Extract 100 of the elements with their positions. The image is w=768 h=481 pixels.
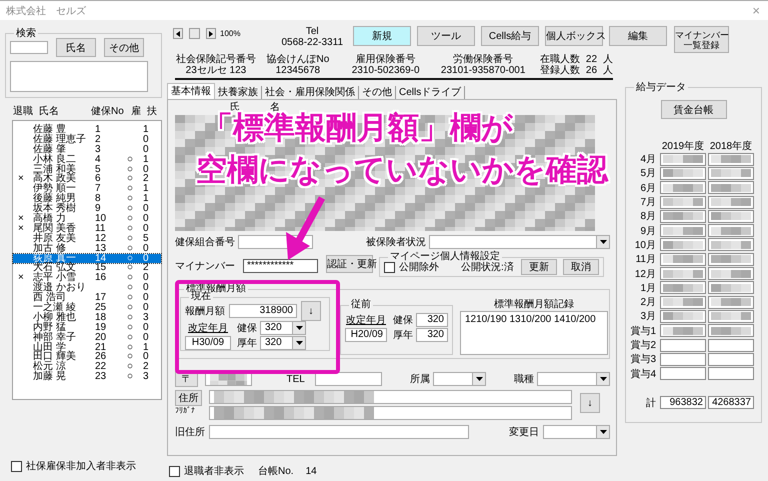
input-field[interactable] — [660, 166, 706, 180]
input-field[interactable] — [660, 181, 706, 194]
count-value: 22 — [586, 54, 598, 65]
scroll-right-button[interactable] — [206, 28, 216, 39]
input-field[interactable]: H20/09 — [345, 328, 387, 342]
search-button[interactable]: 氏名 — [56, 38, 96, 57]
input-field[interactable] — [209, 425, 469, 439]
input-field[interactable] — [708, 281, 754, 294]
input-field[interactable] — [660, 152, 706, 166]
row-label: 計 — [645, 396, 657, 410]
dropdown[interactable] — [433, 372, 486, 386]
field-label: ﾌﾘｶﾞﾅ — [175, 406, 196, 415]
input-field[interactable] — [314, 372, 382, 386]
input-field[interactable]: 320 — [416, 313, 448, 327]
input-field[interactable] — [708, 224, 754, 238]
checkbox[interactable] — [384, 262, 395, 272]
input-field[interactable]: 4268337 — [708, 396, 754, 410]
list-row[interactable]: 加藤 晃 23 ○ 3 — [13, 372, 161, 382]
down-button[interactable]: ↓ — [301, 301, 321, 321]
input-field[interactable] — [708, 196, 754, 209]
input-field[interactable] — [660, 238, 706, 252]
input-field[interactable] — [708, 324, 754, 338]
input-field[interactable] — [708, 181, 754, 194]
field-label: 健保 — [237, 322, 257, 335]
history-box[interactable]: 1210/190 1310/200 1410/200 — [460, 311, 608, 355]
input-field[interactable] — [660, 296, 706, 309]
tab[interactable]: 社会・雇用保険関係 — [262, 86, 359, 99]
input-field[interactable] — [708, 152, 754, 166]
input-field[interactable] — [708, 166, 754, 180]
dropdown[interactable]: 320 — [260, 336, 306, 350]
down-button[interactable]: ↓ — [580, 393, 600, 413]
field-label: 被保険者状況 — [366, 236, 426, 249]
input-field[interactable] — [708, 352, 754, 366]
input-field[interactable] — [660, 324, 706, 338]
input-field[interactable] — [660, 252, 706, 266]
input-field[interactable] — [708, 238, 754, 252]
tab[interactable]: 基本情報 — [167, 83, 215, 99]
list-row[interactable]: 三浦 和美 5 ○ 0 — [13, 164, 161, 174]
field-label: 健保 — [393, 314, 413, 327]
input-field[interactable] — [660, 367, 706, 380]
list-row[interactable]: × 尾関 美香 11 ○ 0 — [13, 224, 161, 234]
input-field[interactable] — [660, 224, 706, 238]
dropdown[interactable]: 320 — [260, 321, 306, 335]
action-button[interactable]: 更新 — [521, 259, 557, 275]
dropdown-arrow-icon — [600, 377, 607, 381]
list-row[interactable]: 小柳 雅也 18 ○ 3 — [13, 312, 161, 323]
row-label: 12月 — [634, 268, 657, 281]
toolbar-button[interactable]: 新規 — [353, 26, 412, 46]
input-field[interactable] — [660, 352, 706, 366]
address-button[interactable]: 住所 — [175, 390, 202, 406]
input-field[interactable] — [660, 281, 706, 294]
action-button[interactable]: 取消 — [563, 259, 599, 275]
input-field[interactable] — [660, 196, 706, 209]
list-row[interactable]: 佐藤 豊 1 1 — [13, 125, 161, 135]
input-field[interactable] — [708, 267, 754, 280]
dropdown[interactable] — [537, 372, 610, 386]
input-field[interactable]: 963832 — [660, 396, 706, 410]
input-field[interactable]: 320 — [416, 328, 448, 342]
toolbar-button[interactable]: 編集 — [609, 26, 668, 46]
list-row[interactable]: 坂本 秀樹 9 ○ 0 — [13, 204, 161, 214]
input-field[interactable] — [708, 252, 754, 266]
input-field[interactable] — [708, 338, 754, 352]
input-field[interactable] — [209, 406, 572, 420]
input-field[interactable] — [708, 367, 754, 380]
list-row[interactable]: × 高橋 力 10 ○ 0 — [13, 214, 161, 224]
ledger-button[interactable]: 賃金台帳 — [660, 100, 726, 119]
toolbar-button[interactable]: マイナンバー 一覧登録 — [674, 26, 730, 53]
list-row[interactable]: 一之瀬 綾 25 ○ 0 — [13, 303, 161, 313]
toolbar-button[interactable]: ツール — [417, 26, 476, 46]
checkbox[interactable] — [11, 460, 22, 472]
input-field[interactable] — [708, 296, 754, 309]
list-row[interactable]: 小林 良二 4 ○ 1 — [13, 154, 161, 165]
input-field[interactable] — [209, 390, 572, 404]
scroll-left-button[interactable] — [173, 28, 183, 39]
search-field[interactable] — [10, 41, 48, 54]
input-field[interactable] — [660, 210, 706, 223]
input-field[interactable] — [660, 267, 706, 280]
list-row[interactable]: 佐藤 肇 3 0 — [13, 144, 161, 155]
list-row[interactable]: 神部 幸子 20 ○ 0 — [13, 332, 161, 343]
list-row[interactable]: 内野 猛 19 ○ 0 — [13, 322, 161, 333]
input-field[interactable] — [708, 210, 754, 223]
search-button[interactable]: その他 — [104, 38, 144, 57]
dropdown[interactable] — [542, 425, 610, 439]
input-field[interactable] — [708, 310, 754, 323]
input-field[interactable] — [660, 338, 706, 352]
toolbar-button[interactable]: 個人ボックス — [545, 26, 604, 46]
list-row[interactable]: 佐藤 理恵子 2 0 — [13, 134, 161, 145]
input-field[interactable]: 318900 — [229, 304, 297, 318]
checkbox[interactable] — [169, 466, 180, 476]
tab[interactable]: 扶養家族 — [215, 86, 262, 99]
input-field[interactable] — [660, 310, 706, 323]
scroll-thumb[interactable] — [189, 28, 200, 39]
list-row[interactable]: 井原 友美 12 ○ 5 — [13, 234, 161, 244]
input-field[interactable]: H30/09 — [185, 336, 231, 350]
dropdown[interactable] — [429, 235, 610, 249]
toolbar-button[interactable]: Cells給与 — [481, 26, 540, 46]
row-label: 賞与2 — [630, 338, 657, 352]
input-field[interactable]: ************ — [243, 259, 318, 273]
list-row[interactable]: 加古 修 13 ○ 0 — [13, 244, 161, 254]
column-header: 健保No — [91, 106, 125, 118]
